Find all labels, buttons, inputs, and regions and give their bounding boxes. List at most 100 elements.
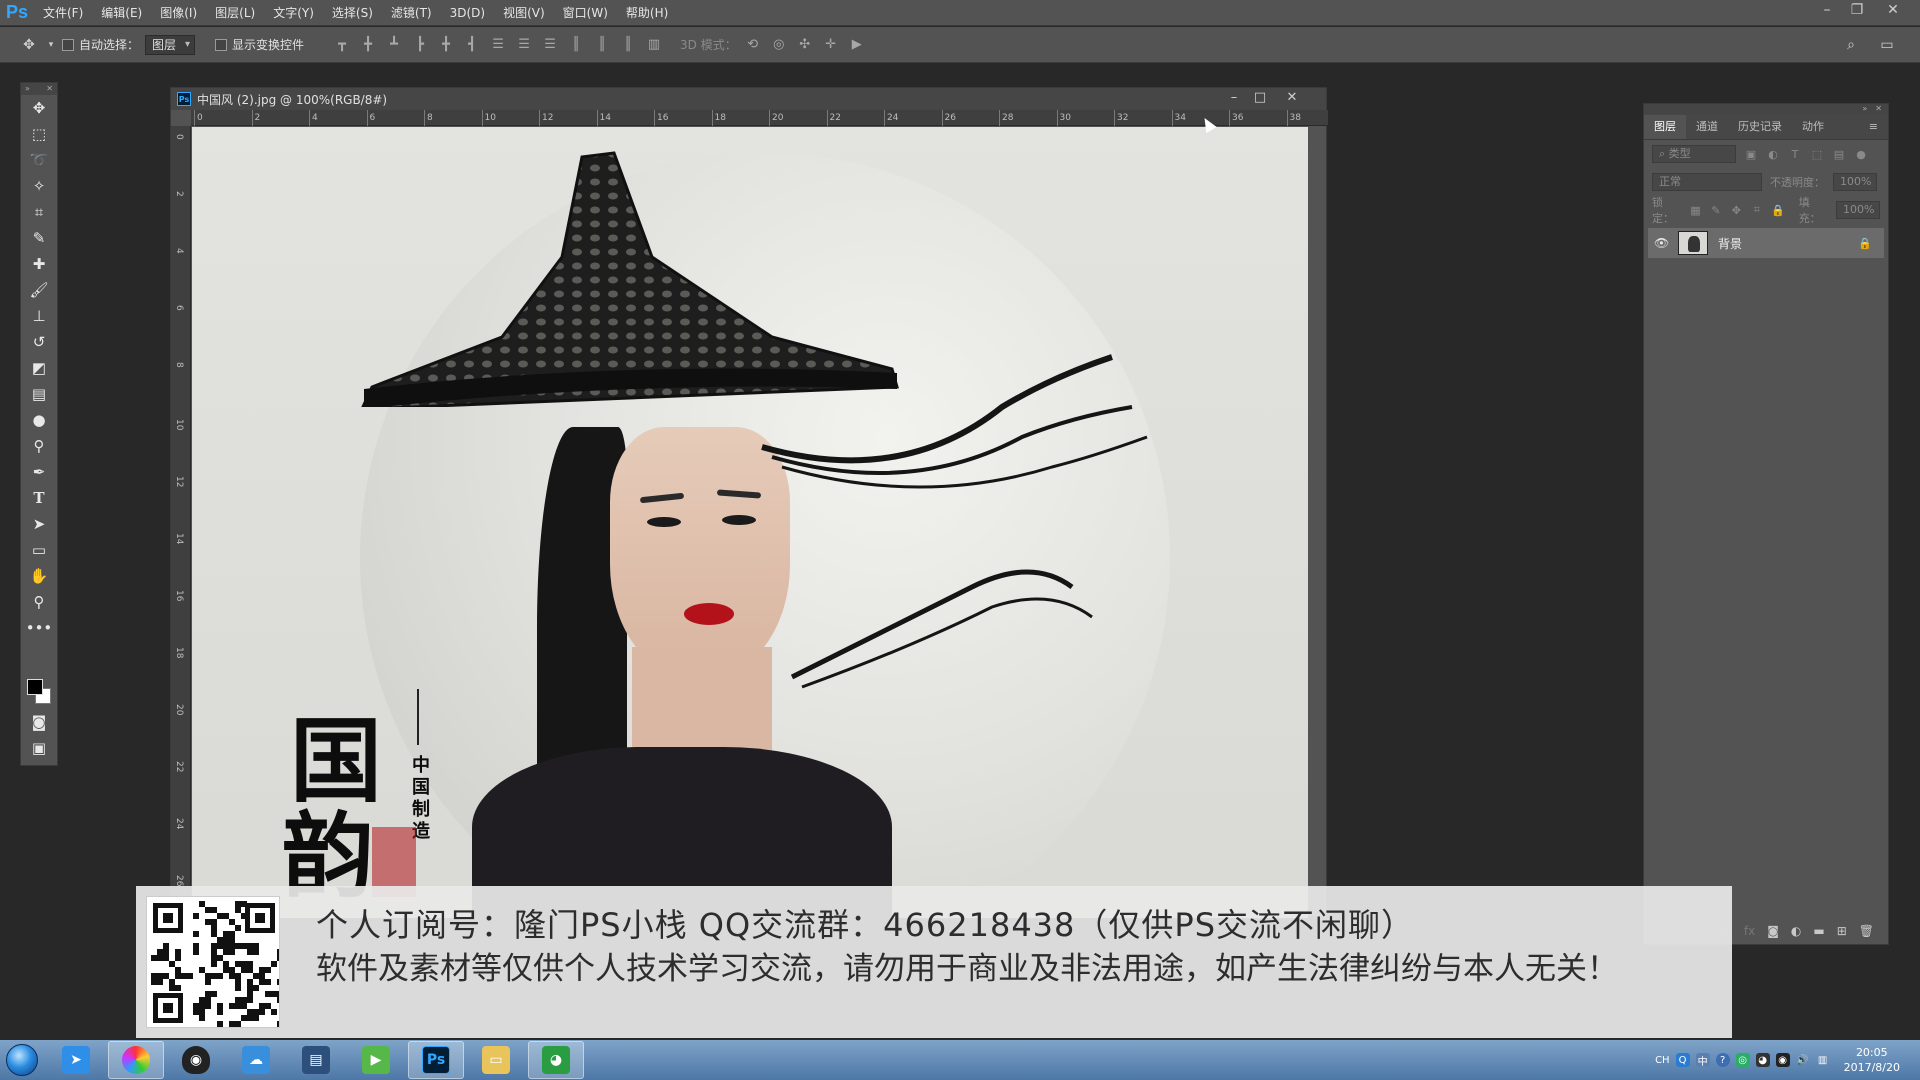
minimize-icon[interactable]: – <box>1221 90 1247 105</box>
new-layer-icon[interactable]: ⊞ <box>1837 924 1847 938</box>
marquee-tool-icon[interactable]: ⬚ <box>21 121 57 147</box>
quick-mask-icon[interactable]: ◙ <box>21 709 57 735</box>
distribute-vcenter-icon[interactable]: ☰ <box>514 37 534 52</box>
menu-edit[interactable]: 编辑(E) <box>92 0 151 26</box>
menu-filter[interactable]: 滤镜(T) <box>382 0 441 26</box>
layer-name[interactable]: 背景 <box>1718 235 1848 252</box>
move-tool-icon[interactable]: ✥ <box>21 95 57 121</box>
checkbox-icon[interactable] <box>215 38 228 51</box>
taskbar-app-photoshop[interactable]: Ps <box>408 1041 464 1079</box>
collapse-icon[interactable]: » <box>1862 104 1867 114</box>
blur-tool-icon[interactable]: ● <box>21 407 57 433</box>
rotate-3d-icon[interactable]: ⟲ <box>743 37 763 52</box>
taskbar-app-cloud[interactable]: ☁ <box>228 1041 284 1079</box>
search-icon[interactable]: ⌕ <box>1840 37 1862 53</box>
taskbar-app-qq[interactable]: ◉ <box>168 1041 224 1079</box>
path-select-icon[interactable]: ➤ <box>21 511 57 537</box>
show-transform-checkbox[interactable]: 显示变换控件 <box>215 36 304 53</box>
align-hcenter-icon[interactable]: ╋ <box>436 37 456 52</box>
tab-channels[interactable]: 通道 <box>1686 115 1728 139</box>
canvas-image[interactable]: 国 韵 中国制造 <box>192 127 1308 918</box>
eye-icon[interactable]: 👁 <box>1654 236 1669 250</box>
trash-icon[interactable]: 🗑 <box>1859 924 1874 938</box>
menu-layer[interactable]: 图层(L) <box>206 0 264 26</box>
hand-tool-icon[interactable]: ✋ <box>21 563 57 589</box>
type-tool-icon[interactable]: T <box>21 485 57 511</box>
magic-wand-icon[interactable]: ✧ <box>21 173 57 199</box>
layer-row-background[interactable]: 👁 背景 🔒 <box>1648 228 1884 258</box>
panda-tray-icon[interactable]: ◕ <box>1755 1053 1770 1067</box>
brush-tool-icon[interactable]: 🖌 <box>21 277 57 303</box>
auto-select-checkbox[interactable]: 自动选择： <box>62 36 139 53</box>
menu-window[interactable]: 窗口(W) <box>554 0 617 26</box>
new-group-icon[interactable]: ▬ <box>1813 924 1824 938</box>
opacity-field[interactable]: 100% <box>1833 173 1877 191</box>
chevron-down-icon[interactable]: ▾ <box>46 40 56 50</box>
fill-field[interactable]: 100% <box>1835 201 1880 219</box>
zoom-tool-icon[interactable]: ⚲ <box>21 589 57 615</box>
tab-history[interactable]: 历史记录 <box>1728 115 1792 139</box>
speaker-icon[interactable]: 🔊 <box>1796 1053 1810 1067</box>
distribute-bottom-icon[interactable]: ☰ <box>540 37 560 52</box>
rectangle-tool-icon[interactable]: ▭ <box>21 537 57 563</box>
align-right-icon[interactable]: ┫ <box>462 37 482 52</box>
healing-brush-icon[interactable]: ✚ <box>21 251 57 277</box>
start-button[interactable] <box>0 1041 44 1079</box>
more-tools-icon[interactable]: ••• <box>21 615 57 641</box>
eyedropper-icon[interactable]: ✎ <box>21 225 57 251</box>
close-icon[interactable]: ✕ <box>1279 90 1305 105</box>
taskbar-app-color[interactable] <box>108 1041 164 1079</box>
adjustment-layer-icon[interactable]: ◐ <box>1791 924 1801 938</box>
menu-select[interactable]: 选择(S) <box>323 0 382 26</box>
menu-view[interactable]: 视图(V) <box>494 0 554 26</box>
lock-pixels-icon[interactable]: ✎ <box>1710 204 1722 217</box>
taskbar-app-explorer[interactable]: ▭ <box>468 1041 524 1079</box>
close-icon[interactable]: ✕ <box>1875 104 1882 114</box>
align-vcenter-icon[interactable]: ╋ <box>358 37 378 52</box>
ruler-horizontal[interactable]: 0 2 4 6 8 10 12 14 16 18 20 22 24 26 28 30 32 34 36 38 <box>191 110 1328 126</box>
auto-align-icon[interactable]: ▥ <box>644 37 664 52</box>
tab-actions[interactable]: 动作 <box>1792 115 1834 139</box>
pen-tool-icon[interactable]: ✒ <box>21 459 57 485</box>
qq-tray-icon[interactable]: Q <box>1675 1053 1690 1067</box>
filter-smart-icon[interactable]: ▤ <box>1832 148 1846 161</box>
menu-help[interactable]: 帮助(H) <box>617 0 677 26</box>
eraser-tool-icon[interactable]: ◩ <box>21 355 57 381</box>
close-icon[interactable]: ✕ <box>46 83 53 95</box>
move-tool-icon[interactable]: ✥ <box>18 37 40 53</box>
tools-panel-header[interactable]: » ✕ <box>21 83 57 95</box>
filter-toggle-icon[interactable]: ● <box>1854 148 1868 161</box>
lock-artboard-icon[interactable]: ⌗ <box>1751 203 1763 217</box>
document-title-bar[interactable]: Ps 中国风 (2).jpg @ 100%(RGB/8#) – □ ✕ <box>171 88 1326 110</box>
menu-3d[interactable]: 3D(D) <box>441 0 494 26</box>
taskbar-app-player[interactable]: ▶ <box>348 1041 404 1079</box>
lasso-tool-icon[interactable]: ➰ <box>21 147 57 173</box>
maximize-icon[interactable]: □ <box>1247 90 1273 105</box>
align-bottom-icon[interactable]: ┻ <box>384 37 404 52</box>
workspace-icon[interactable]: ▭ <box>1876 37 1898 53</box>
fx-icon[interactable]: fx <box>1744 924 1755 938</box>
help-icon[interactable]: ? <box>1715 1053 1730 1067</box>
panel-menu-icon[interactable]: ≡ <box>1859 115 1888 139</box>
layers-panel-header[interactable]: » ✕ <box>1644 104 1888 114</box>
layer-filter-dropdown[interactable]: ⌕ 类型 <box>1652 145 1736 163</box>
distribute-left-icon[interactable]: ║ <box>566 37 586 52</box>
camera-3d-icon[interactable]: ▶ <box>847 37 867 52</box>
qq-penguin-icon[interactable]: ◉ <box>1775 1053 1790 1067</box>
minimize-icon[interactable]: – <box>1812 0 1842 22</box>
network-icon[interactable]: ▥ <box>1816 1053 1830 1067</box>
distribute-hcenter-icon[interactable]: ║ <box>592 37 612 52</box>
blend-mode-dropdown[interactable]: 正常 <box>1652 173 1762 191</box>
collapse-icon[interactable]: » <box>25 83 30 95</box>
filter-adjust-icon[interactable]: ◐ <box>1766 148 1780 161</box>
auto-select-dropdown[interactable]: 图层 <box>145 34 196 55</box>
input-lang-indicator[interactable]: CH <box>1655 1055 1670 1066</box>
menu-image[interactable]: 图像(I) <box>151 0 206 26</box>
ime-icon[interactable]: 中 <box>1695 1053 1710 1068</box>
filter-pixel-icon[interactable]: ▣ <box>1744 148 1758 161</box>
clock[interactable]: 20:05 2017/8/20 <box>1844 1045 1900 1075</box>
lock-transparent-icon[interactable]: ▦ <box>1689 204 1701 217</box>
lock-position-icon[interactable]: ✥ <box>1730 204 1742 217</box>
close-icon[interactable]: ✕ <box>1878 0 1908 22</box>
restore-icon[interactable]: ❐ <box>1842 0 1872 22</box>
